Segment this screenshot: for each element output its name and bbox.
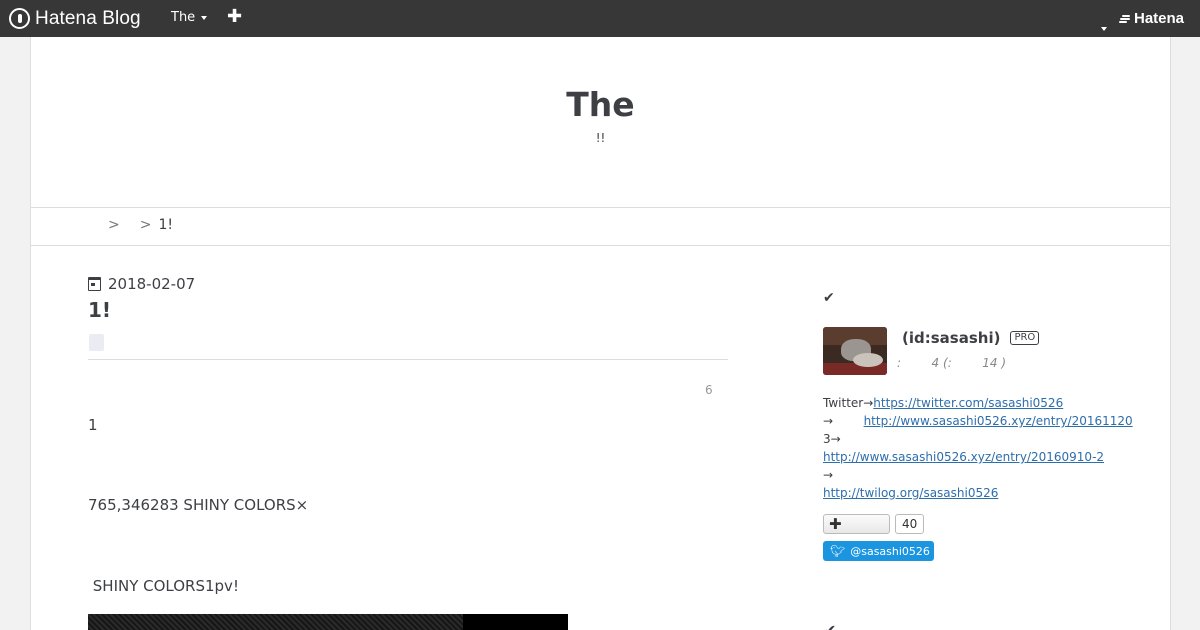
entry-url-link[interactable]: http://www.sasashi0526.xyz/entry/2016091… [823, 450, 1104, 464]
blog-description: !! [595, 131, 606, 145]
entry-paragraph: 1 [88, 416, 98, 434]
logo-text: Hatena Blog [35, 7, 141, 29]
entry-date[interactable]: 2018-02-07 [88, 275, 195, 293]
twilog-url-link[interactable]: http://twilog.org/sasashi0526 [823, 486, 998, 500]
chevron-down-icon [201, 15, 208, 20]
breadcrumb-link-category[interactable] [127, 218, 133, 232]
entry-date-text: 2018-02-07 [108, 275, 196, 293]
main-container: The !! > > 1! 2018-02-07 1! 6 1 765,3462… [30, 37, 1171, 630]
desc-text: → [823, 414, 864, 428]
hatena-label: Hatena [1134, 10, 1185, 27]
entry-image [88, 614, 568, 630]
add-entry-button[interactable]: ✚ [227, 6, 242, 27]
hatena-mark-icon [1119, 14, 1131, 24]
entry-paragraph: SHINY COLORS1pv! [88, 577, 239, 595]
twitter-url-link[interactable]: https://twitter.com/sasashi0526 [873, 396, 1063, 410]
blog-menu-button[interactable]: The [171, 10, 208, 25]
entry-url-link[interactable]: http://www.sasashi0526.xyz/entry/2016112… [864, 414, 1133, 428]
blog-menu-label: The [171, 10, 196, 25]
follow-button[interactable]: ✚ [823, 514, 890, 534]
hatena-blog-logo[interactable]: Hatena Blog [9, 6, 141, 31]
avatar[interactable] [823, 327, 887, 375]
desc-text: 3→ [823, 432, 841, 446]
entry-category-tag[interactable] [89, 334, 104, 351]
entry-count: 6 [705, 383, 713, 397]
breadcrumb-current: 1! [158, 217, 173, 233]
pro-badge: PRO [1010, 331, 1040, 345]
global-header: Hatena Blog The ✚ Hatena [0, 0, 1200, 37]
desc-text: → [823, 468, 834, 482]
sidebar-module-heading: ✔ [823, 621, 836, 630]
calendar-icon [88, 277, 101, 291]
profile-name[interactable]: (id:sasashi) PRO [902, 329, 1040, 347]
user-menu-button[interactable] [1095, 16, 1107, 35]
blog-title[interactable]: The [31, 85, 1170, 124]
plus-icon: ✚ [829, 515, 842, 533]
profile-description: Twitter→https://twitter.com/sasashi0526 … [823, 394, 1133, 502]
breadcrumb: > > 1! [31, 207, 1170, 246]
follower-count: 40 [895, 514, 925, 534]
plus-icon: ✚ [227, 6, 243, 27]
check-icon: ✔ [823, 290, 835, 306]
entry-paragraph: 765,346283 SHINY COLORS× [88, 496, 309, 514]
profile-stats: : 4 (: 14 ) [897, 356, 1007, 370]
breadcrumb-separator: > [108, 217, 120, 233]
breadcrumb-separator: > [139, 217, 152, 233]
chevron-down-icon [1101, 27, 1107, 31]
hatena-link[interactable]: Hatena [1119, 10, 1184, 27]
twitter-follow-button[interactable]: 🐦︎ @sasashi0526 [823, 541, 934, 561]
twitter-bird-icon: 🐦︎ [830, 544, 846, 558]
entry-title[interactable]: 1! [88, 298, 111, 322]
twitter-handle: @sasashi0526 [850, 544, 930, 558]
hatena-blog-logo-icon [9, 8, 30, 29]
divider [88, 359, 728, 360]
breadcrumb-link-top[interactable] [95, 218, 101, 232]
profile-id: (id:sasashi) [902, 329, 1001, 347]
desc-text: Twitter→ [823, 396, 874, 410]
